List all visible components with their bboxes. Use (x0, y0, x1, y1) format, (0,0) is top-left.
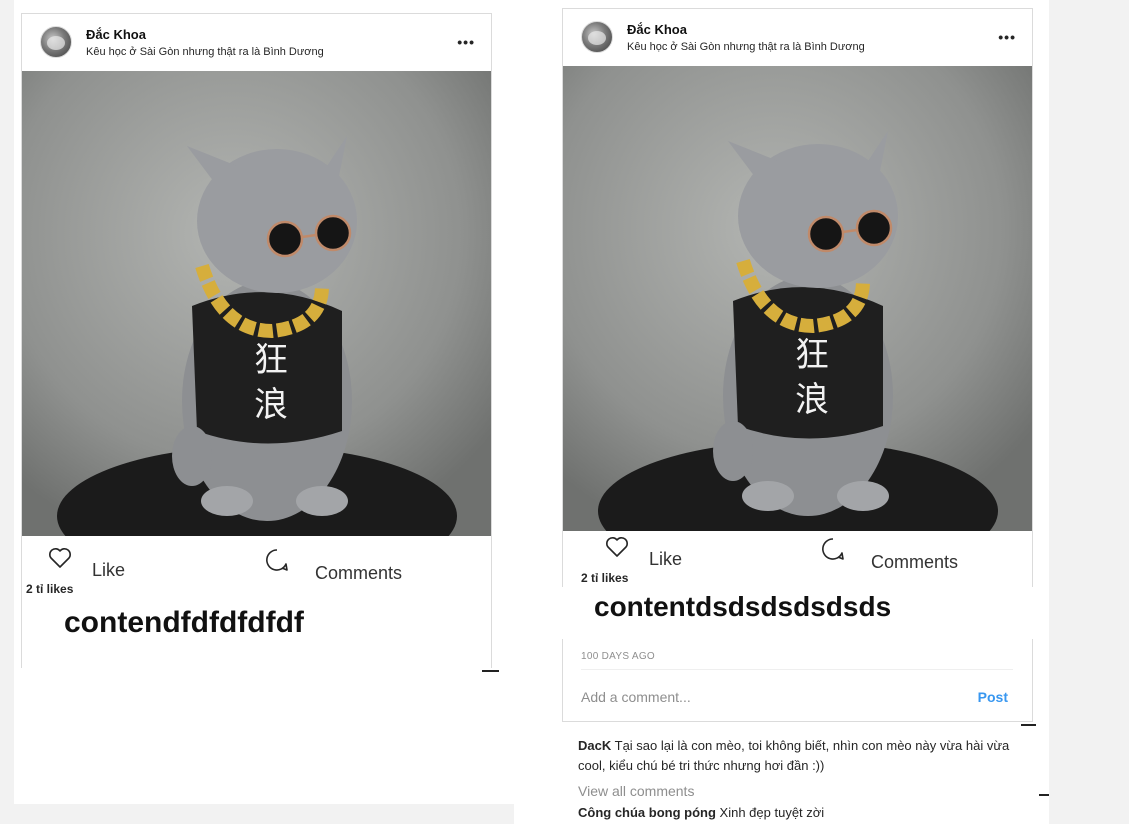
comments-label: Comments (871, 552, 959, 572)
likes-count: 2 tỉ likes (581, 571, 629, 585)
more-horizontal-icon[interactable]: ••• (998, 29, 1016, 45)
like-button[interactable]: Like (48, 547, 125, 580)
like-label: Like (649, 549, 683, 569)
more-horizontal-icon[interactable]: ••• (457, 34, 475, 50)
comment-author[interactable]: Công chúa bong póng (578, 805, 716, 820)
cat-photo: 狂 浪 (22, 71, 491, 536)
user-avatar[interactable] (581, 21, 613, 53)
comment-bubble-icon (266, 549, 288, 571)
post-image[interactable]: 狂 浪 (563, 66, 1032, 531)
comment-text: Xinh đẹp tuyệt zời (719, 805, 825, 820)
shirt-text-1: 狂 (795, 335, 829, 375)
content-box: contendfdfdfdfdf (22, 598, 491, 668)
like-label: Like (92, 560, 126, 580)
screenshot-canvas: Đắc Khoa Kêu học ở Sài Gòn nhưng thật ra… (0, 0, 1129, 824)
heart-icon (49, 548, 71, 568)
shirt-text-2: 浪 (795, 380, 829, 420)
shirt-text-1: 狂 (254, 340, 288, 380)
post-content: contentdsdsdsdsdsds (594, 591, 892, 622)
username[interactable]: Đắc Khoa (86, 27, 146, 42)
post-card-right: Đắc Khoa Kêu học ở Sài Gòn nhưng thật ra… (561, 8, 1036, 722)
post-image[interactable]: 狂 浪 (22, 71, 491, 536)
post-header: Đắc Khoa Kêu học ở Sài Gòn nhưng thật ra… (563, 9, 1032, 66)
username[interactable]: Đắc Khoa (627, 22, 687, 37)
edge-mark (1039, 794, 1049, 796)
user-avatar[interactable] (40, 26, 72, 58)
comment-author[interactable]: DacK (578, 738, 611, 753)
comment-text: Tại sao lại là con mèo, toi không biết, … (578, 738, 1010, 773)
comments-button[interactable]: Comments (821, 537, 958, 572)
shirt-text-2: 浪 (254, 385, 288, 425)
like-button[interactable]: Like (605, 536, 682, 569)
user-location: Kêu học ở Sài Gòn nhưng thật ra là Bình … (627, 41, 865, 53)
edge-mark (1021, 724, 1036, 726)
heart-icon (606, 537, 628, 557)
likes-count: 2 tỉ likes (26, 582, 74, 596)
user-location: Kêu học ở Sài Gòn nhưng thật ra là Bình … (86, 46, 324, 58)
comment-bubble-icon (822, 538, 844, 560)
comment-item: DacK Tại sao lại là con mèo, toi không b… (578, 736, 1018, 776)
content-box: contentdsdsdsdsdsds (561, 587, 1036, 639)
post-header: Đắc Khoa Kêu học ở Sài Gòn nhưng thật ra… (22, 14, 491, 71)
cat-photo: 狂 浪 (563, 66, 1032, 531)
post-timestamp: 100 DAYS AGO (581, 651, 656, 662)
view-all-comments-link[interactable]: View all comments (578, 783, 694, 799)
divider (581, 669, 1013, 670)
post-content: contendfdfdfdfdf (64, 606, 304, 639)
post-comment-button[interactable]: Post (978, 689, 1008, 705)
comments-button[interactable]: Comments (265, 548, 402, 583)
post-card-left: Đắc Khoa Kêu học ở Sài Gòn nhưng thật ra… (21, 13, 492, 668)
comments-label: Comments (315, 563, 403, 583)
add-comment-input[interactable] (581, 685, 951, 709)
edge-mark (482, 670, 499, 672)
comment-item: Công chúa bong póng Xinh đẹp tuyệt zời (578, 803, 1018, 823)
